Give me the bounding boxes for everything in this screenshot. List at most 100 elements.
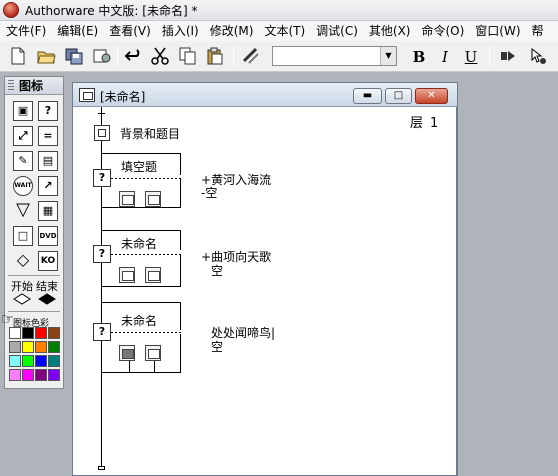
response-label[interactable]: -空	[201, 184, 217, 201]
underline-button[interactable]: U	[461, 47, 481, 67]
color-swatch[interactable]	[48, 341, 60, 353]
menu-insert[interactable]: 插入(I)	[156, 21, 204, 41]
maximize-button[interactable]: □	[385, 88, 412, 104]
color-swatch[interactable]	[22, 369, 34, 381]
loop-line	[101, 153, 181, 154]
color-swatch[interactable]	[48, 327, 60, 339]
color-swatch[interactable]	[22, 327, 34, 339]
undo-icon[interactable]	[124, 46, 144, 66]
color-swatch[interactable]	[22, 355, 34, 367]
menu-command[interactable]: 命令(O)	[415, 21, 469, 41]
response-branch-line	[111, 254, 181, 255]
paste-hand-icon: ☞	[1, 310, 15, 328]
loop-line	[101, 230, 181, 231]
motion-icon[interactable]: ⤢	[13, 126, 33, 146]
sound-icon[interactable]: ◇	[13, 251, 33, 271]
copy-icon[interactable]	[178, 46, 198, 66]
decision-icon[interactable]: ?	[38, 101, 58, 121]
app-title: Authorware 中文版: [未命名] *	[25, 3, 198, 18]
menu-edit[interactable]: 编辑(E)	[51, 21, 103, 41]
display-icon[interactable]: ▣	[13, 101, 33, 121]
display-icon[interactable]	[94, 125, 110, 141]
app-title-bar[interactable]: Authorware 中文版: [未命名] *	[0, 0, 558, 21]
flow-start-marker	[98, 113, 105, 114]
interaction-icon[interactable]: ?	[93, 323, 111, 341]
map-icon[interactable]	[119, 267, 135, 283]
interaction-label[interactable]: 未命名	[121, 235, 157, 252]
framework-icon[interactable]: ▤	[38, 151, 58, 171]
font-select[interactable]: ▼	[272, 46, 397, 66]
knowledge-object-icon[interactable]: KO	[38, 251, 58, 271]
map-icon[interactable]	[119, 191, 135, 207]
layer-label: 层	[410, 116, 424, 131]
authorware-app-icon	[3, 2, 19, 18]
menu-other[interactable]: 其他(X)	[363, 21, 416, 41]
wait-icon[interactable]: WAIT	[13, 176, 33, 196]
menu-view[interactable]: 查看(V)	[103, 21, 156, 41]
color-swatch[interactable]	[35, 355, 47, 367]
digital-movie-icon[interactable]: ▦	[38, 201, 58, 221]
chevron-down-icon[interactable]: ▼	[380, 47, 396, 65]
dvd-icon[interactable]: DVD	[38, 226, 58, 246]
menu-modify[interactable]: 修改(M)	[204, 21, 259, 41]
color-swatch[interactable]	[9, 327, 21, 339]
color-swatch[interactable]	[22, 341, 34, 353]
layer-indicator: 层1	[410, 112, 438, 131]
bold-button[interactable]: B	[409, 47, 429, 67]
design-window: [未命名] ▬ □ ✕ 层1 背景和题目 填空题 ? +黄河入海流 -空 未命名…	[72, 82, 458, 476]
flow-line	[101, 107, 102, 469]
color-swatch[interactable]	[35, 327, 47, 339]
loop-line	[180, 179, 181, 207]
close-button[interactable]: ✕	[415, 88, 448, 104]
menu-file[interactable]: 文件(F)	[0, 21, 51, 41]
grip-icon[interactable]	[8, 80, 14, 92]
navigate-icon[interactable]: ↗	[38, 176, 58, 196]
italic-button[interactable]: I	[435, 47, 455, 67]
menu-window[interactable]: 窗口(W)	[469, 21, 525, 41]
loop-line	[180, 254, 181, 286]
interaction-label[interactable]: 填空题	[121, 158, 157, 175]
response-label[interactable]: 空	[211, 262, 223, 279]
control-panel-icon[interactable]	[528, 46, 548, 66]
design-window-titlebar[interactable]: [未命名] ▬ □ ✕	[73, 83, 457, 107]
find-icon[interactable]	[241, 46, 261, 66]
restart-icon[interactable]	[498, 46, 518, 66]
minimize-button[interactable]: ▬	[353, 88, 382, 104]
color-swatch[interactable]	[9, 341, 21, 353]
map-icon[interactable]	[145, 267, 161, 283]
color-swatch[interactable]	[48, 355, 60, 367]
interaction-label[interactable]: 未命名	[121, 312, 157, 329]
icon-palette: 图标 ▣ ? ⤢ = ✎ ▤ WAIT ↗ ▽ ▦ □ DVD ◇ KO 开始 …	[4, 76, 64, 389]
menu-debug[interactable]: 调试(C)	[310, 21, 363, 41]
end-flag-icon[interactable]	[38, 293, 56, 307]
palette-header[interactable]: 图标	[5, 77, 63, 95]
interaction-icon[interactable]: ▽	[13, 201, 33, 221]
interaction-icon[interactable]: ?	[93, 245, 111, 263]
color-swatch[interactable]	[9, 355, 21, 367]
new-file-icon[interactable]	[8, 46, 28, 66]
color-swatch[interactable]	[35, 341, 47, 353]
response-branch-line	[111, 178, 181, 179]
color-swatch[interactable]	[9, 369, 21, 381]
start-flag-icon[interactable]	[13, 293, 31, 307]
color-swatch[interactable]	[48, 369, 60, 381]
loop-line	[101, 372, 181, 373]
map-icon[interactable]: □	[13, 226, 33, 246]
interaction-icon[interactable]: ?	[93, 169, 111, 187]
paste-icon[interactable]	[205, 46, 225, 66]
erase-icon[interactable]: ✎	[13, 151, 33, 171]
save-all-icon[interactable]	[64, 46, 84, 66]
menu-text[interactable]: 文本(T)	[258, 21, 310, 41]
color-swatch[interactable]	[35, 369, 47, 381]
calculation-icon[interactable]: =	[38, 126, 58, 146]
map-icon[interactable]	[145, 191, 161, 207]
map-icon[interactable]	[119, 345, 135, 361]
response-label[interactable]: 空	[211, 338, 223, 355]
open-file-icon[interactable]	[36, 46, 56, 66]
flow-node-label[interactable]: 背景和题目	[120, 125, 180, 142]
map-icon[interactable]	[145, 345, 161, 361]
cut-icon[interactable]	[150, 46, 170, 66]
start-flag-label: 开始	[11, 280, 33, 293]
menu-help[interactable]: 帮	[526, 21, 549, 41]
import-icon[interactable]	[92, 46, 112, 66]
